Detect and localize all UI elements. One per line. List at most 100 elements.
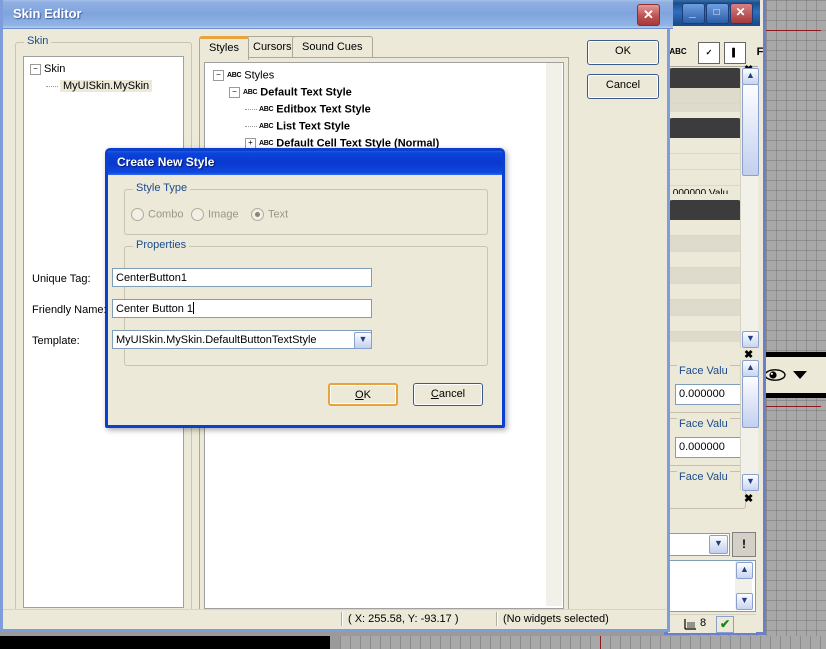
property-row[interactable]: [668, 104, 742, 112]
tree-item-label: Skin: [44, 63, 65, 75]
styles-tree-scrollbar[interactable]: [546, 63, 562, 606]
tree-item-skin[interactable]: −Skin: [24, 57, 183, 78]
tree-collapse-icon[interactable]: −: [213, 70, 224, 81]
tree-item-editbox-text-style[interactable]: ABCEditbox Text Style: [205, 101, 563, 118]
skin-editor-close-button[interactable]: ✕: [637, 4, 660, 26]
radio-combo[interactable]: Combo: [131, 208, 183, 221]
minimize-icon: _: [682, 3, 703, 22]
tree-item-styles[interactable]: −ABCStyles: [205, 63, 563, 84]
close-icon: ✕: [730, 3, 751, 22]
radio-dot-icon: [131, 208, 144, 221]
radio-label: Image: [208, 209, 239, 221]
property-group-header: [668, 200, 742, 220]
tab-sound-cues[interactable]: Sound Cues: [292, 36, 373, 58]
text-caret: [193, 302, 194, 314]
friendly-name-label: Friendly Name:: [32, 304, 107, 316]
face-value-group-2: Face Valu 0.000000: [668, 418, 746, 466]
abc-icon: ABC: [227, 72, 241, 79]
skin-editor-ok-button[interactable]: OK: [587, 40, 659, 65]
property-row[interactable]: [668, 88, 742, 104]
property-row[interactable]: [668, 332, 742, 342]
style-type-legend: Style Type: [133, 182, 190, 194]
bottom-grid-strip: [340, 636, 826, 649]
tree-item-default-text-style[interactable]: −ABCDefault Text Style: [205, 84, 563, 101]
scroll-up-button[interactable]: ▲: [736, 562, 753, 579]
template-combobox[interactable]: MyUISkin.MySkin.DefaultButtonTextStyle: [112, 330, 372, 349]
bottom-black-strip: [0, 636, 330, 649]
property-row[interactable]: [668, 252, 742, 268]
skin-editor-statusbar: ( X: 255.58, Y: -93.17 ) (No widgets sel…: [3, 609, 667, 629]
property-value-cell[interactable]: .000000,Valu: [668, 186, 742, 194]
tree-item-label: MyUISkin.MySkin: [60, 80, 152, 92]
abc-icon: ABC: [259, 106, 273, 113]
property-row[interactable]: [668, 316, 742, 332]
warning-button[interactable]: !: [732, 532, 756, 557]
face-value-group-1: Face Valu 0.000000: [668, 365, 746, 413]
scroll-down-button[interactable]: ▼: [742, 331, 759, 348]
chevron-down-icon[interactable]: ▼: [354, 332, 372, 349]
radio-label: Text: [268, 209, 288, 221]
skin-editor-cancel-button[interactable]: Cancel: [587, 74, 659, 99]
background-statusbar: [668, 614, 756, 633]
skin-editor-titlebar[interactable]: [3, 0, 673, 29]
tab-styles[interactable]: Styles: [199, 36, 249, 60]
tree-item-myuiskin[interactable]: MyUISkin.MySkin: [24, 78, 183, 95]
tree-item-list-text-style[interactable]: ABCList Text Style: [205, 118, 563, 135]
panel-close-icon-3[interactable]: ✖: [744, 492, 753, 505]
abc-icon[interactable]: ABC: [668, 42, 688, 62]
abc-icon: ABC: [243, 89, 257, 96]
dialog-ok-button[interactable]: OK: [328, 383, 398, 406]
template-label: Template:: [32, 335, 80, 347]
checkmark-icon[interactable]: ✓: [698, 42, 720, 64]
friendly-name-value: Center Button 1: [116, 303, 193, 315]
scroll-down-button[interactable]: ▼: [736, 593, 753, 610]
grid-snap-value: 8: [700, 617, 706, 629]
face-value-input[interactable]: 0.000000: [675, 437, 746, 458]
eye-icon[interactable]: [764, 368, 786, 382]
chevron-down-icon[interactable]: ▼: [709, 535, 728, 554]
tree-collapse-icon[interactable]: −: [30, 64, 41, 75]
scroll-down-button[interactable]: ▼: [742, 474, 759, 491]
property-row[interactable]: [668, 154, 742, 170]
unique-tag-label: Unique Tag:: [32, 273, 91, 285]
status-coordinates: ( X: 255.58, Y: -93.17 ): [348, 613, 458, 625]
scrollbar-thumb[interactable]: [742, 84, 759, 176]
property-row[interactable]: [668, 300, 742, 316]
panel-icon[interactable]: ▌: [724, 42, 746, 64]
abc-icon: ABC: [259, 123, 273, 130]
face-value-label: Face Valu: [677, 418, 730, 430]
canvas-black-bar-bottom: [756, 393, 826, 398]
tree-item-label: Styles: [244, 69, 274, 81]
property-row[interactable]: [668, 170, 742, 186]
property-group-1: [668, 68, 742, 112]
scroll-up-button[interactable]: ▲: [742, 360, 759, 377]
radio-image[interactable]: Image: [191, 208, 239, 221]
property-row[interactable]: [668, 268, 742, 284]
scrollbar-thumb[interactable]: [742, 376, 759, 428]
property-row[interactable]: [668, 138, 742, 154]
property-grid-scrollbar[interactable]: ▲ ▼: [740, 68, 758, 348]
scroll-up-button[interactable]: ▲: [742, 68, 759, 85]
tree-collapse-icon[interactable]: −: [229, 87, 240, 98]
property-row[interactable]: [668, 284, 742, 300]
property-row[interactable]: [668, 236, 742, 252]
property-group-3: [668, 200, 742, 342]
f-icon[interactable]: F: [750, 42, 770, 62]
tree-connector: [46, 86, 58, 87]
dialog-cancel-button[interactable]: Cancel: [413, 383, 483, 406]
property-group-header: [668, 118, 742, 138]
face-value-scrollbar[interactable]: ▲ ▼: [740, 360, 758, 490]
tree-item-label: Default Text Style: [260, 86, 352, 98]
listbox-scrollbar[interactable]: ▲ ▼: [735, 561, 752, 609]
unique-tag-input[interactable]: CenterButton1: [112, 268, 372, 287]
property-row[interactable]: [668, 220, 742, 236]
face-value-input[interactable]: 0.000000: [675, 384, 746, 405]
radio-dot-icon-selected: [251, 208, 264, 221]
skin-editor-title: Skin Editor: [13, 6, 82, 21]
radio-text[interactable]: Text: [251, 208, 288, 221]
friendly-name-input[interactable]: Center Button 1: [112, 299, 372, 318]
canvas-dropdown-caret[interactable]: [793, 371, 807, 379]
tree-item-label: List Text Style: [276, 120, 350, 132]
status-check-button[interactable]: ✔: [716, 616, 734, 633]
tree-connector: [245, 126, 257, 127]
